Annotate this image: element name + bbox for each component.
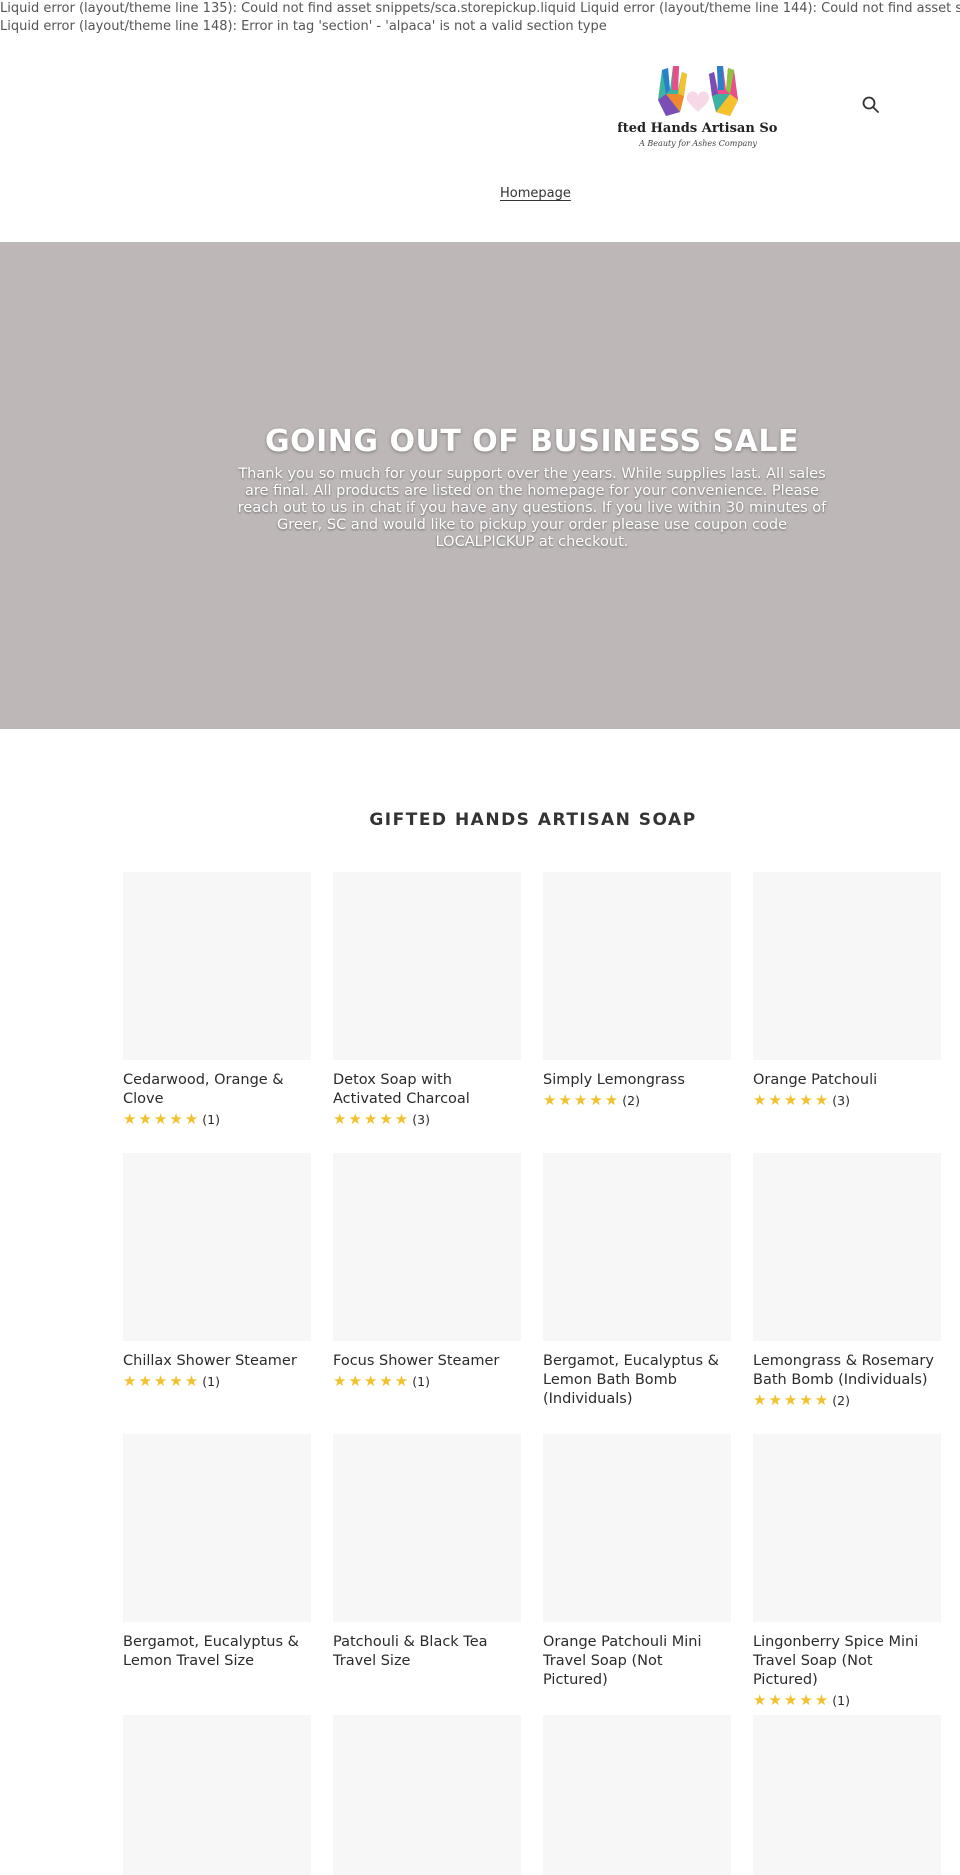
product-rating: ★★★★★ (3) <box>753 1091 941 1109</box>
product-title[interactable]: Orange Patchouli <box>753 1071 941 1090</box>
product-card[interactable]: Detox Soap with Activated Charcoal ★★★★★(… <box>333 872 521 1128</box>
review-count: (1) <box>832 1692 850 1708</box>
product-image-placeholder[interactable] <box>753 872 941 1060</box>
product-card[interactable]: Cedarwood, Orange & Clove ★★★★★ (1) <box>123 872 311 1128</box>
product-card[interactable]: Orange Patchouli ★★★★★ (3) <box>753 872 941 1109</box>
product-card[interactable]: Chillax Shower Steamer ★★★★★ (1) <box>123 1153 311 1390</box>
site-logo[interactable]: Gifted Hands Artisan Soap A Beauty for A… <box>601 60 795 156</box>
hero-title: GOING OUT OF BUSINESS SALE <box>264 424 799 459</box>
product-card[interactable] <box>123 1715 311 1875</box>
review-count: (1) <box>202 1373 220 1389</box>
product-image-placeholder[interactable] <box>333 1434 521 1622</box>
product-title[interactable]: Orange Patchouli Mini Travel Soap (Not P… <box>543 1633 731 1690</box>
review-count: (2) <box>832 1392 850 1408</box>
review-count: (1) <box>202 1111 220 1127</box>
collection-title: GIFTED HANDS ARTISAN SOAP <box>369 810 697 830</box>
product-image-placeholder[interactable] <box>123 1153 311 1341</box>
hands-heart-logo-icon: Gifted Hands Artisan Soap A Beauty for A… <box>601 66 795 148</box>
liquid-error-line: Liquid error (layout/theme line 135): Co… <box>0 1 960 16</box>
product-card[interactable]: Lingonberry Spice Mini Travel Soap (Not … <box>753 1434 941 1709</box>
review-count: (2) <box>622 1092 640 1108</box>
product-title[interactable]: Detox Soap with Activated Charcoal <box>333 1071 521 1109</box>
product-card[interactable]: Bergamot, Eucalyptus & Lemon Travel Size <box>123 1434 311 1671</box>
product-card[interactable]: Orange Patchouli Mini Travel Soap (Not P… <box>543 1434 731 1690</box>
product-title[interactable]: Lemongrass & Rosemary Bath Bomb (Individ… <box>753 1352 941 1390</box>
product-title[interactable]: Patchouli & Black Tea Travel Size <box>333 1633 521 1671</box>
product-card[interactable]: Bergamot, Eucalyptus & Lemon Bath Bomb (… <box>543 1153 731 1409</box>
product-card[interactable]: Patchouli & Black Tea Travel Size <box>333 1434 521 1671</box>
review-count: (3) <box>412 1111 430 1127</box>
search-icon <box>862 96 879 113</box>
product-card[interactable] <box>753 1715 941 1875</box>
product-image-placeholder[interactable] <box>333 1715 521 1875</box>
product-title[interactable]: Chillax Shower Steamer <box>123 1352 311 1371</box>
product-card[interactable] <box>543 1715 731 1875</box>
product-image-placeholder[interactable] <box>543 872 731 1060</box>
product-card[interactable] <box>333 1715 521 1875</box>
product-title[interactable]: Focus Shower Steamer <box>333 1352 521 1371</box>
product-card[interactable]: Focus Shower Steamer ★★★★★ (1) <box>333 1153 521 1390</box>
liquid-error-line: Liquid error (layout/theme line 148): Er… <box>0 19 607 34</box>
product-title[interactable]: Lingonberry Spice Mini Travel Soap (Not … <box>753 1633 941 1690</box>
product-card[interactable]: Simply Lemongrass ★★★★★ (2) <box>543 872 731 1109</box>
logo-tagline: A Beauty for Ashes Company <box>638 139 757 148</box>
product-image-placeholder[interactable] <box>543 1153 731 1341</box>
product-image-placeholder[interactable] <box>333 872 521 1060</box>
product-title[interactable]: Bergamot, Eucalyptus & Lemon Travel Size <box>123 1633 311 1671</box>
hero-banner: GOING OUT OF BUSINESS SALE Thank you so … <box>0 242 960 729</box>
review-count: (3) <box>832 1092 850 1108</box>
product-title[interactable]: Simply Lemongrass <box>543 1071 731 1090</box>
star-rating-icon: ★★★★★ <box>753 1691 831 1709</box>
product-rating: ★★★★★ (3) <box>333 1110 521 1128</box>
review-count: (1) <box>412 1373 430 1389</box>
product-image-placeholder[interactable] <box>123 1434 311 1622</box>
star-rating-icon: ★★★★★ <box>333 1110 411 1128</box>
search-button[interactable] <box>860 94 882 116</box>
logo-wordmark: Gifted Hands Artisan Soap <box>618 121 778 136</box>
star-rating-icon: ★★★★★ <box>123 1372 201 1390</box>
liquid-error-messages: Liquid error (layout/theme line 135): Co… <box>0 0 960 36</box>
product-rating: ★★★★★ (2) <box>753 1391 941 1409</box>
product-image-placeholder[interactable] <box>543 1715 731 1875</box>
product-image-placeholder[interactable] <box>543 1434 731 1622</box>
product-rating: ★★★★★ (1) <box>123 1110 311 1128</box>
product-image-placeholder[interactable] <box>333 1153 521 1341</box>
star-rating-icon: ★★★★★ <box>753 1391 831 1409</box>
nav-link-homepage[interactable]: Homepage <box>500 186 571 201</box>
product-image-placeholder[interactable] <box>123 1715 311 1875</box>
product-image-placeholder[interactable] <box>123 872 311 1060</box>
product-image-placeholder[interactable] <box>753 1715 941 1875</box>
product-card[interactable]: Lemongrass & Rosemary Bath Bomb (Individ… <box>753 1153 941 1409</box>
star-rating-icon: ★★★★★ <box>333 1372 411 1390</box>
hero-description: Thank you so much for your support over … <box>237 466 827 550</box>
product-image-placeholder[interactable] <box>753 1153 941 1341</box>
product-rating: ★★★★★ (2) <box>543 1091 731 1109</box>
product-rating: ★★★★★ (1) <box>123 1372 311 1390</box>
product-image-placeholder[interactable] <box>753 1434 941 1622</box>
product-rating: ★★★★★ (1) <box>333 1372 521 1390</box>
star-rating-icon: ★★★★★ <box>543 1091 621 1109</box>
product-title[interactable]: Bergamot, Eucalyptus & Lemon Bath Bomb (… <box>543 1352 731 1409</box>
product-rating: ★★★★★ (1) <box>753 1691 941 1709</box>
star-rating-icon: ★★★★★ <box>123 1110 201 1128</box>
product-title[interactable]: Cedarwood, Orange & Clove <box>123 1071 311 1109</box>
star-rating-icon: ★★★★★ <box>753 1091 831 1109</box>
